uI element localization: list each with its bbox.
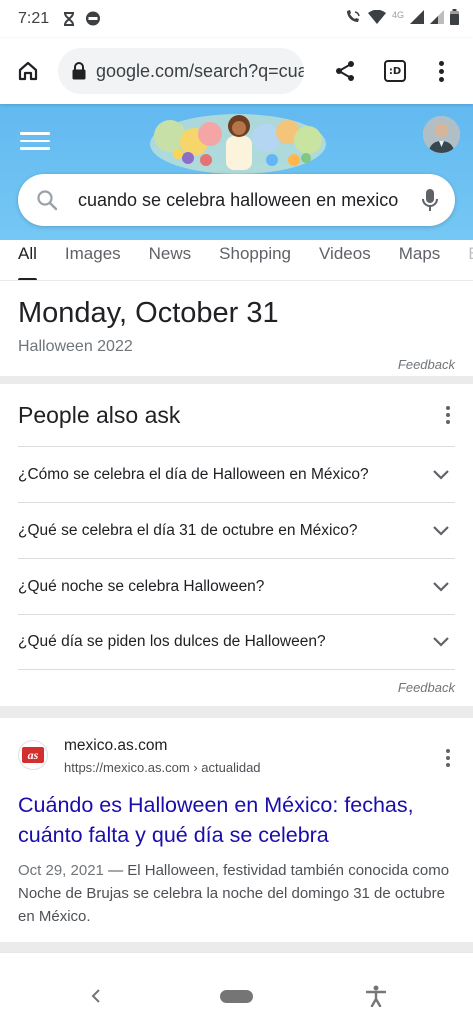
paa-feedback-link[interactable]: Feedback	[398, 680, 455, 695]
date-answer-card: Monday, October 31 Halloween 2022 Feedba…	[0, 281, 473, 376]
chevron-down-icon	[429, 575, 453, 599]
hourglass-icon	[63, 12, 75, 26]
paa-question-text: ¿Cómo se celebra el día de Halloween en …	[18, 465, 369, 483]
wifi-icon	[367, 9, 386, 29]
url-bar[interactable]: google.com/search?q=cuando+se+celebra	[58, 48, 304, 94]
result-site-name[interactable]: mexico.as.com	[64, 737, 167, 755]
paa-question[interactable]: ¿Qué noche se celebra Halloween?	[18, 558, 455, 614]
system-nav-bar	[0, 970, 473, 1024]
battery-icon	[450, 8, 459, 30]
wifi-calling-icon	[344, 9, 362, 30]
home-icon	[18, 61, 38, 81]
result-title-link[interactable]: Cuándo es Halloween en México: fechas, c…	[18, 790, 458, 850]
search-box[interactable]: cuando se celebra halloween en mexico	[18, 174, 455, 226]
next-result-edge	[0, 952, 473, 970]
paa-question[interactable]: ¿Cómo se celebra el día de Halloween en …	[18, 446, 455, 502]
paa-more-icon[interactable]	[436, 403, 460, 427]
lock-icon	[72, 62, 86, 80]
signal-4g-icon	[410, 9, 424, 29]
result-more-icon[interactable]	[436, 746, 460, 770]
paa-question-text: ¿Qué noche se celebra Halloween?	[18, 577, 265, 595]
chevron-down-icon	[429, 630, 453, 654]
nav-home-pill[interactable]	[220, 990, 253, 1003]
signal-icon	[430, 9, 444, 29]
section-divider	[0, 942, 473, 952]
doodle-illustration	[150, 114, 326, 174]
chevron-left-icon	[91, 989, 100, 1003]
account-avatar[interactable]	[423, 116, 460, 153]
network-type-label: 4G	[391, 10, 404, 20]
result-date: Oct 29, 2021	[18, 862, 104, 879]
chat-bubble-icon	[85, 11, 101, 27]
result-snippet: Oct 29, 2021 — El Halloween, festividad …	[18, 859, 458, 928]
search-input[interactable]: cuando se celebra halloween en mexico	[78, 190, 400, 211]
nav-back-button[interactable]	[84, 984, 108, 1008]
accessibility-icon	[366, 985, 386, 1007]
paa-question-text: ¿Qué día se piden los dulces de Hallowee…	[18, 633, 326, 650]
chevron-down-icon	[429, 519, 453, 543]
tab-books[interactable]: B	[468, 240, 473, 280]
paa-title: People also ask	[18, 402, 181, 428]
answer-subtitle: Halloween 2022	[18, 338, 133, 355]
chevron-down-icon	[429, 463, 453, 487]
home-button[interactable]	[2, 45, 54, 97]
date-feedback-link[interactable]: Feedback	[398, 357, 455, 372]
paa-question-text: ¿Qué se celebra el día 31 de octubre en …	[18, 521, 358, 539]
user-photo	[423, 116, 460, 153]
share-button[interactable]	[322, 45, 368, 97]
section-divider	[0, 706, 473, 718]
paa-question[interactable]: ¿Qué se celebra el día 31 de octubre en …	[18, 502, 455, 558]
status-bar: 7:21 4G	[0, 0, 473, 38]
google-doodle[interactable]	[148, 106, 328, 176]
hamburger-menu-button[interactable]	[20, 126, 50, 156]
tab-videos[interactable]: Videos	[319, 240, 371, 280]
status-right-icons: 4G	[344, 8, 459, 30]
url-text: google.com/search?q=cuando+se+celebra	[96, 60, 304, 81]
more-vert-icon	[429, 59, 453, 83]
people-also-ask: People also ask ¿Cómo se celebra el día …	[0, 384, 473, 706]
search-icon	[34, 187, 60, 213]
tab-news[interactable]: News	[149, 240, 192, 280]
site-favicon: as	[18, 740, 48, 770]
tab-images[interactable]: Images	[65, 240, 121, 280]
tab-count: :D	[384, 60, 406, 82]
tab-maps[interactable]: Maps	[399, 240, 441, 280]
answer-date: Monday, October 31	[18, 297, 279, 329]
share-icon	[336, 61, 354, 81]
paa-question[interactable]: ¿Qué día se piden los dulces de Hallowee…	[18, 614, 455, 670]
search-result: as mexico.as.com https://mexico.as.com ›…	[0, 718, 473, 942]
paa-list: ¿Cómo se celebra el día de Halloween en …	[18, 446, 455, 670]
result-breadcrumb[interactable]: https://mexico.as.com › actualidad	[64, 760, 261, 775]
section-divider	[0, 376, 473, 384]
browser-menu-button[interactable]	[418, 45, 464, 97]
status-time: 7:21	[18, 10, 50, 27]
browser-toolbar: google.com/search?q=cuando+se+celebra :D	[0, 38, 473, 104]
tab-switcher-button[interactable]: :D	[372, 45, 418, 97]
tab-all[interactable]: All	[18, 240, 37, 280]
google-header: cuando se celebra halloween en mexico	[0, 104, 473, 240]
favicon-text: as	[22, 747, 44, 763]
tab-shopping[interactable]: Shopping	[219, 240, 291, 280]
search-tabs: All Images News Shopping Videos Maps B	[0, 240, 473, 281]
accessibility-button[interactable]	[364, 984, 388, 1008]
mic-icon[interactable]	[421, 188, 439, 212]
